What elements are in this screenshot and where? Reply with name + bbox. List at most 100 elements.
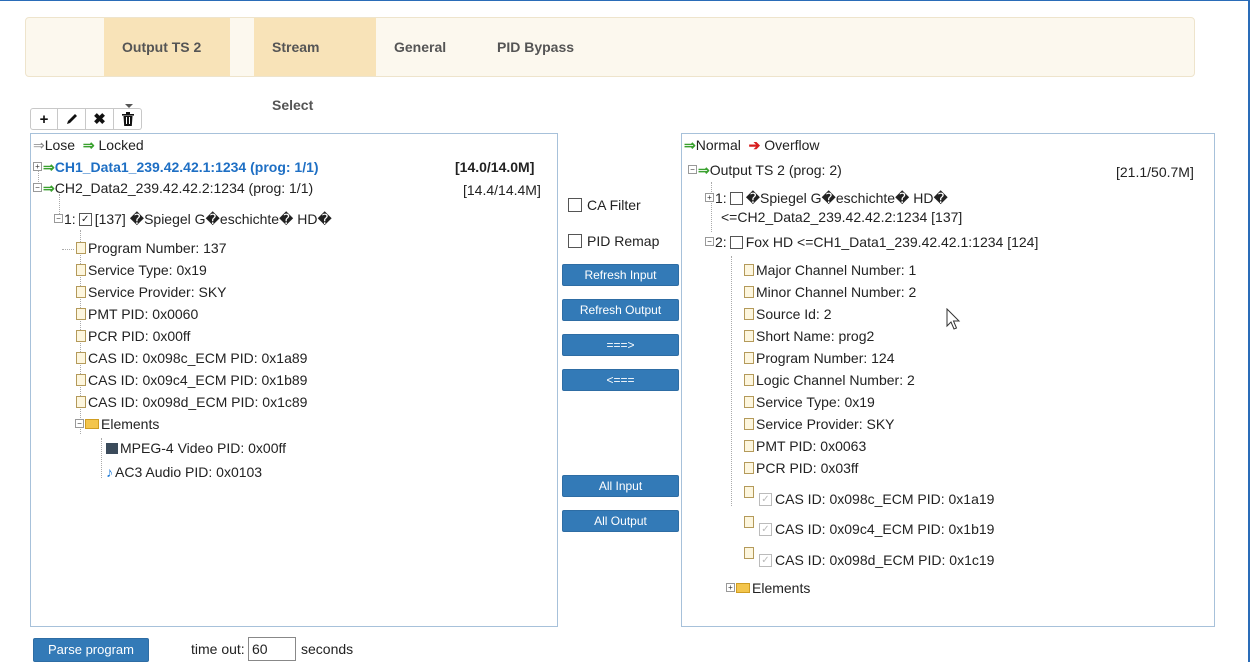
list-item: CAS ID: 0x098c_ECM PID: 0x1a89 [76, 350, 307, 366]
cas-item[interactable]: ✓ CAS ID: 0x098d_ECM PID: 0x1c19 [744, 547, 994, 568]
item-text: Short Name: prog2 [756, 328, 875, 344]
refresh-output-button[interactable]: Refresh Output [562, 299, 679, 321]
item-text: PMT PID: 0x0060 [88, 306, 199, 322]
expand-icon[interactable]: + [726, 582, 735, 592]
output-ts-node[interactable]: − ⇒Output TS 2 (prog: 2) [688, 162, 842, 179]
green-arrow-icon: ⇒ [698, 162, 710, 178]
delete-button[interactable]: ✖ [86, 108, 114, 130]
document-icon [744, 486, 754, 499]
trash-icon [121, 112, 134, 126]
green-arrow-icon: ⇒ [82, 137, 95, 153]
tab-stream-select[interactable]: Stream Select [254, 18, 376, 113]
document-icon [744, 352, 754, 365]
red-arrow-icon: ➔ [748, 137, 761, 153]
program-checkbox[interactable]: ✓ [78, 212, 92, 226]
list-item: Service Provider: SKY [744, 416, 895, 432]
list-item: PCR PID: 0x00ff [76, 328, 190, 344]
item-text: PCR PID: 0x03ff [756, 460, 859, 476]
cas-checkbox[interactable]: ✓ [759, 492, 772, 506]
output-stream-panel[interactable]: ⇒Normal ➔ Overflow − ⇒Output TS 2 (prog: … [681, 133, 1215, 627]
document-icon [76, 396, 86, 409]
collapse-icon[interactable]: − [705, 236, 714, 246]
channel-rate: [14.0/14.0M] [455, 159, 535, 175]
edit-button[interactable] [58, 108, 86, 130]
parse-program-button[interactable]: Parse program [33, 638, 149, 662]
output-program-1[interactable]: +1: �Spiegel G�eschichte� HD� [705, 190, 948, 207]
timeout-input[interactable] [248, 637, 296, 661]
program-checkbox[interactable] [729, 235, 743, 249]
checkbox-box[interactable] [568, 234, 582, 249]
green-arrow-icon: ⇒ [43, 159, 55, 175]
document-icon [744, 418, 754, 431]
tree-line [731, 256, 732, 506]
document-icon [76, 330, 86, 343]
remove-from-output-button[interactable]: <=== [562, 369, 679, 391]
document-icon [76, 352, 86, 365]
elements-label: Elements [752, 580, 811, 596]
list-item: CAS ID: 0x098d_ECM PID: 0x1c89 [76, 394, 307, 410]
list-item: Program Number: 137 [62, 240, 227, 256]
timeout-label: time out: [191, 641, 245, 657]
program-checkbox[interactable] [729, 191, 743, 205]
all-output-button[interactable]: All Output [562, 510, 679, 532]
cas-checkbox[interactable]: ✓ [759, 522, 772, 536]
folder-open-icon [85, 419, 99, 430]
tab-general[interactable]: General [376, 18, 464, 76]
cas-item[interactable]: ✓ CAS ID: 0x098c_ECM PID: 0x1a19 [744, 486, 994, 507]
collapse-icon[interactable]: − [54, 213, 63, 223]
collapse-icon[interactable]: − [75, 418, 84, 428]
element-item-video: MPEG-4 Video PID: 0x00ff [106, 440, 286, 456]
element-item-audio: ♪ AC3 Audio PID: 0x0103 [106, 464, 262, 480]
output-legend: ⇒Normal ➔ Overflow [684, 137, 820, 154]
input-stream-panel[interactable]: ⇒Lose ⇒ Locked + ⇒CH1_Data1_239.42.42.1:1… [30, 133, 558, 627]
item-text: Minor Channel Number: 2 [756, 284, 917, 300]
expand-icon[interactable]: + [33, 161, 42, 171]
cas-checkbox[interactable]: ✓ [759, 553, 772, 567]
output-name: Output TS 2 (prog: 2) [709, 162, 842, 178]
program-row[interactable]: −1: ✓ [137] �Spiegel G�eschichte� HD� [54, 211, 332, 228]
legend-overflow: Overflow [764, 137, 820, 153]
output-program-2[interactable]: −2: Fox HD <=CH1_Data1_239.42.42.1:1234 [… [705, 234, 1038, 250]
item-text: CAS ID: 0x09c4_ECM PID: 0x1b19 [775, 521, 995, 537]
output-ts-dropdown[interactable]: Output TS 2 [104, 18, 230, 109]
checkbox-box[interactable] [568, 198, 582, 213]
document-icon [744, 516, 754, 529]
document-icon [744, 547, 754, 560]
program-prefix: 1: [715, 190, 727, 206]
trash-button[interactable] [114, 108, 142, 130]
pid-remap-checkbox[interactable]: PID Remap [568, 233, 659, 249]
program-prefix: 2: [715, 234, 727, 250]
ca-filter-label: CA Filter [587, 197, 641, 213]
channel-row-ch2[interactable]: − ⇒CH2_Data2_239.42.42.2:1234 (prog: 1/1) [33, 180, 313, 197]
list-item: PMT PID: 0x0060 [76, 306, 198, 322]
add-to-output-button[interactable]: ===> [562, 334, 679, 356]
channel-rate: [14.4/14.4M] [463, 182, 541, 198]
document-icon [76, 242, 86, 255]
collapse-icon[interactable]: − [33, 182, 42, 192]
legend-locked: Locked [98, 137, 144, 153]
seconds-label: seconds [301, 641, 354, 657]
all-input-button[interactable]: All Input [562, 475, 679, 497]
tree-line [101, 438, 102, 478]
collapse-icon[interactable]: − [688, 164, 697, 174]
document-icon [744, 308, 754, 321]
item-text: Service Type: 0x19 [88, 262, 207, 278]
plus-icon: + [39, 110, 49, 128]
ca-filter-checkbox[interactable]: CA Filter [568, 197, 641, 213]
document-icon [744, 396, 754, 409]
tab-pid-bypass[interactable]: PID Bypass [479, 18, 592, 76]
document-icon [744, 330, 754, 343]
expand-icon[interactable]: + [705, 192, 714, 202]
list-item: CAS ID: 0x09c4_ECM PID: 0x1b89 [76, 372, 307, 388]
channel-row-ch1[interactable]: + ⇒CH1_Data1_239.42.42.1:1234 (prog: 1/1) [33, 159, 319, 176]
elements-node[interactable]: + Elements [726, 580, 810, 596]
item-text: Logic Channel Number: 2 [756, 372, 915, 388]
elements-node[interactable]: − Elements [75, 416, 159, 432]
pid-remap-label: PID Remap [587, 233, 660, 249]
refresh-input-button[interactable]: Refresh Input [562, 264, 679, 286]
cas-item[interactable]: ✓ CAS ID: 0x09c4_ECM PID: 0x1b19 [744, 516, 995, 537]
document-icon [744, 440, 754, 453]
item-text: CAS ID: 0x098c_ECM PID: 0x1a89 [88, 350, 308, 366]
add-button[interactable]: + [30, 108, 58, 130]
mouse-cursor-icon [946, 308, 961, 330]
